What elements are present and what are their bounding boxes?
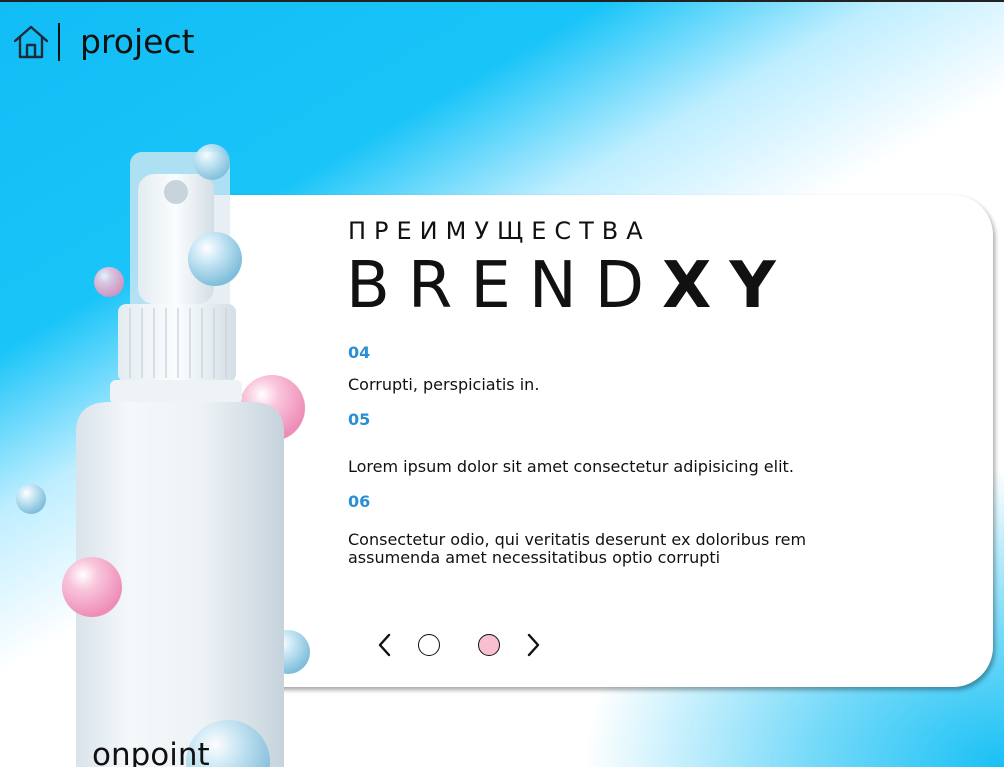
item-number: 04 [348, 343, 371, 362]
top-bar: project [12, 22, 195, 62]
project-title[interactable]: project [80, 22, 195, 62]
footer-brand: onpoint [92, 737, 210, 767]
home-icon[interactable] [12, 23, 50, 61]
bubble-decoration [16, 484, 46, 514]
card-title: BRENDXY [346, 249, 794, 323]
product-bottle-image [62, 144, 310, 767]
slider-dot[interactable] [418, 634, 440, 656]
slider-controls [376, 633, 542, 657]
item-text: Lorem ipsum dolor sit amet consectetur a… [348, 457, 794, 476]
slider-dot-active[interactable] [478, 634, 500, 656]
chevron-left-icon[interactable] [376, 633, 394, 657]
chevron-right-icon[interactable] [524, 633, 542, 657]
card-title-bold: XY [661, 249, 794, 323]
header-divider [58, 23, 60, 61]
item-number: 06 [348, 492, 371, 511]
item-text: Corrupti, perspiciatis in. [348, 375, 540, 394]
card-subtitle: ПРЕИМУЩЕСТВА [348, 217, 651, 245]
item-number: 05 [348, 410, 371, 429]
item-text: Consectetur odio, qui veritatis deserunt… [348, 530, 807, 567]
card-title-light: BREND [346, 249, 662, 323]
